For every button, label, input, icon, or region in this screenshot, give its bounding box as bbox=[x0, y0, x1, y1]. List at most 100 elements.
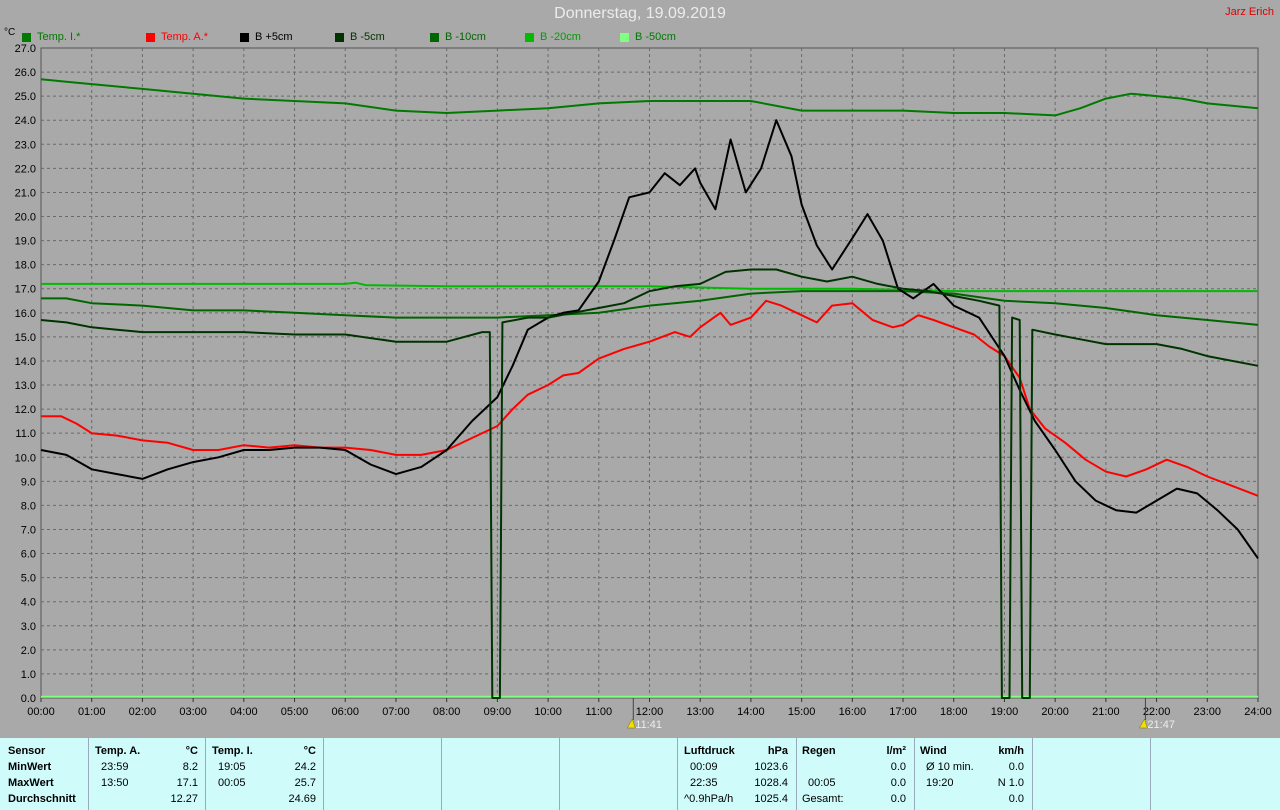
y-tick-label: 14.0 bbox=[15, 356, 36, 368]
temp-a-unit: °C bbox=[185, 745, 198, 757]
x-tick-label: 03:00 bbox=[179, 706, 207, 718]
pressure-unit: hPa bbox=[767, 745, 788, 757]
legend-label: B +5cm bbox=[255, 31, 293, 43]
y-tick-label: 8.0 bbox=[21, 500, 36, 512]
wind-max-time: 19:20 bbox=[926, 777, 954, 789]
legend-item: B -10cm bbox=[430, 31, 486, 43]
temp-i-max-value: 25.7 bbox=[294, 777, 316, 789]
temp-a-min-value: 8.2 bbox=[182, 761, 198, 773]
x-tick-label: 16:00 bbox=[839, 706, 867, 718]
x-tick-label: 23:00 bbox=[1194, 706, 1222, 718]
y-tick-label: 6.0 bbox=[21, 549, 36, 561]
x-tick-label: 04:00 bbox=[230, 706, 258, 718]
x-tick-label: 20:00 bbox=[1041, 706, 1069, 718]
y-tick-label: 11.0 bbox=[15, 428, 36, 440]
row-label-avg: Durchschnitt bbox=[8, 793, 76, 805]
temp-a-average: 12.27 bbox=[170, 793, 198, 805]
y-axis-unit: °C bbox=[4, 27, 16, 38]
row-label-min: MinWert bbox=[8, 761, 52, 773]
y-tick-label: 7.0 bbox=[21, 524, 36, 536]
pressure-current: 1025.4 bbox=[754, 793, 788, 805]
author-label: Jarz Erich bbox=[1225, 6, 1274, 18]
rain-min-value: 0.0 bbox=[890, 761, 906, 773]
statistics-panel: Sensor MinWert MaxWert Durchschnitt Temp… bbox=[0, 738, 1280, 810]
legend-label: B -10cm bbox=[445, 31, 486, 43]
temp-i-min-time: 19:05 bbox=[218, 761, 246, 773]
pressure-max-value: 1028.4 bbox=[754, 777, 788, 789]
temp-i-title: Temp. I. bbox=[212, 745, 253, 757]
sensor-header: Sensor bbox=[8, 745, 46, 757]
temp-i-max-time: 00:05 bbox=[218, 777, 246, 789]
x-tick-label: 06:00 bbox=[331, 706, 359, 718]
sun-marker-icon bbox=[626, 718, 636, 729]
x-tick-label: 19:00 bbox=[991, 706, 1019, 718]
legend-label: Temp. I.* bbox=[37, 31, 81, 43]
pressure-trend: ^0.9hPa/h bbox=[684, 793, 734, 805]
y-tick-label: 9.0 bbox=[21, 476, 36, 488]
x-tick-label: 24:00 bbox=[1244, 706, 1272, 718]
x-tick-label: 18:00 bbox=[940, 706, 968, 718]
legend-swatch bbox=[620, 32, 629, 42]
legend-item: B -50cm bbox=[620, 31, 676, 43]
temp-i-unit: °C bbox=[303, 745, 316, 757]
y-tick-label: 20.0 bbox=[15, 212, 36, 224]
rain-max-value: 0.0 bbox=[890, 777, 906, 789]
pressure-max-time: 22:35 bbox=[690, 777, 718, 789]
x-tick-label: 05:00 bbox=[281, 706, 309, 718]
temp-a-title: Temp. A. bbox=[95, 745, 141, 757]
legend-swatch bbox=[525, 32, 534, 42]
legend-item: Temp. I.* bbox=[22, 31, 80, 43]
rain-max-time: 00:05 bbox=[808, 777, 836, 789]
legend-item: Temp. A.* bbox=[146, 31, 208, 43]
legend-item: B -5cm bbox=[335, 31, 385, 43]
wind-unit: km/h bbox=[998, 745, 1024, 757]
rain-total-value: 0.0 bbox=[890, 793, 906, 805]
wind-avg-label: Ø 10 min. bbox=[926, 761, 974, 773]
x-tick-label: 13:00 bbox=[686, 706, 714, 718]
temp-a-min-time: 23:59 bbox=[101, 761, 129, 773]
temp-i-min-value: 24.2 bbox=[294, 761, 316, 773]
y-tick-label: 2.0 bbox=[21, 645, 36, 657]
pressure-min-value: 1023.6 bbox=[754, 761, 788, 773]
legend-item: B -20cm bbox=[525, 31, 581, 43]
page-title: Donnerstag, 19.09.2019 bbox=[554, 5, 726, 22]
x-tick-label: 11:00 bbox=[585, 706, 612, 718]
x-tick-label: 12:00 bbox=[636, 706, 664, 718]
x-tick-label: 02:00 bbox=[129, 706, 157, 718]
y-tick-label: 1.0 bbox=[21, 669, 36, 681]
legend-swatch bbox=[146, 32, 155, 42]
sun-marker-icon bbox=[1139, 718, 1148, 729]
y-tick-label: 26.0 bbox=[15, 67, 36, 79]
x-tick-label: 22:00 bbox=[1143, 706, 1171, 718]
y-tick-label: 19.0 bbox=[15, 236, 36, 248]
y-tick-label: 21.0 bbox=[15, 187, 36, 199]
wind-max-value: N 1.0 bbox=[997, 777, 1024, 789]
y-tick-label: 22.0 bbox=[15, 163, 36, 175]
temperature-chart: 0.0 1.0 2.0 3.0 4.0 5.0 6.0 7.0 8.0 9.0 10.0 11.0 12… bbox=[15, 43, 1272, 731]
legend-label: B -5cm bbox=[350, 31, 385, 43]
legend-label: B -50cm bbox=[635, 31, 676, 43]
x-tick-label: 01:00 bbox=[78, 706, 106, 718]
wind-avg-value: 0.0 bbox=[1008, 761, 1024, 773]
wind-title: Wind bbox=[920, 745, 947, 757]
y-tick-label: 16.0 bbox=[15, 308, 36, 320]
pressure-min-time: 00:09 bbox=[690, 761, 718, 773]
pressure-title: Luftdruck bbox=[684, 745, 735, 757]
y-tick-label: 13.0 bbox=[15, 380, 36, 392]
y-tick-label: 25.0 bbox=[15, 91, 36, 103]
legend-swatch bbox=[22, 32, 31, 42]
legend-swatch bbox=[335, 32, 344, 42]
wind-current-value: 0.0 bbox=[1008, 793, 1024, 805]
y-tick-label: 3.0 bbox=[21, 621, 36, 633]
legend-label: B -20cm bbox=[540, 31, 581, 43]
temp-a-max-time: 13:50 bbox=[101, 777, 129, 789]
x-tick-label: 10:00 bbox=[534, 706, 562, 718]
y-tick-label: 5.0 bbox=[21, 573, 36, 585]
y-tick-label: 18.0 bbox=[15, 260, 36, 272]
x-tick-label: 07:00 bbox=[382, 706, 410, 718]
x-tick-label: 21:00 bbox=[1092, 706, 1120, 718]
x-tick-label: 09:00 bbox=[484, 706, 512, 718]
temp-a-max-value: 17.1 bbox=[176, 777, 198, 789]
legend-label: Temp. A.* bbox=[161, 31, 209, 43]
legend-swatch bbox=[240, 32, 249, 42]
